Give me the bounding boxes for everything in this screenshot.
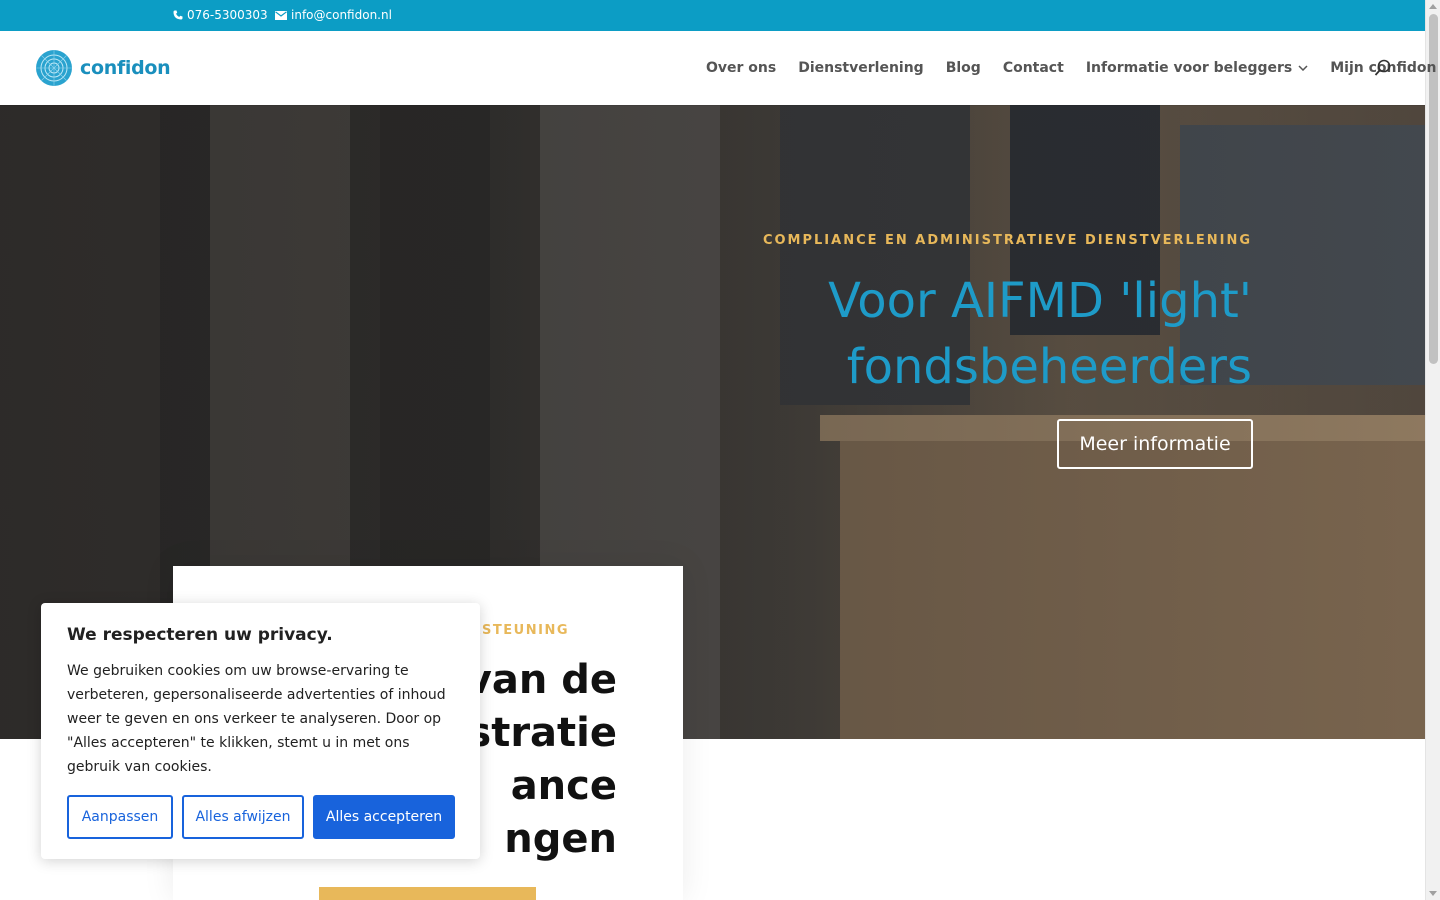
email-address: info@confidon.nl xyxy=(291,8,392,22)
email-link[interactable]: info@confidon.nl xyxy=(275,8,392,22)
nav-item-blog[interactable]: Blog xyxy=(946,60,981,76)
search-icon xyxy=(1374,59,1391,76)
hero-eyebrow: COMPLIANCE EN ADMINISTRATIEVE DIENSTVERL… xyxy=(762,233,1252,248)
site-header: confidon Over ons Dienstverlening Blog C… xyxy=(0,31,1436,105)
nav-item-contact[interactable]: Contact xyxy=(1003,60,1064,76)
phone-link[interactable]: 076-5300303 xyxy=(173,8,268,22)
nav-item-dienstverlening[interactable]: Dienstverlening xyxy=(798,60,923,76)
cookie-text: We gebruiken cookies om uw browse-ervari… xyxy=(67,663,446,775)
hero-title: Voor AIFMD 'light' fondsbeheerders xyxy=(772,268,1252,400)
hero-title-line: Voor AIFMD 'light' xyxy=(828,273,1252,329)
main-nav: Over ons Dienstverlening Blog Contact In… xyxy=(706,60,1436,76)
phone-number: 076-5300303 xyxy=(187,8,268,22)
logo-text: confidon xyxy=(80,57,171,79)
logo-icon xyxy=(36,50,72,86)
cookie-consent-dialog: We respecteren uw privacy. We gebruiken … xyxy=(41,603,480,859)
scroll-up-icon[interactable] xyxy=(1429,4,1437,9)
logo[interactable]: confidon xyxy=(34,48,171,88)
cookie-title: We respecteren uw privacy. xyxy=(67,625,333,645)
chevron-down-icon xyxy=(1298,65,1308,71)
phone-icon xyxy=(173,10,183,20)
search-button[interactable] xyxy=(1374,59,1392,81)
nav-label: Over ons xyxy=(706,60,777,76)
nav-label: Informatie voor beleggers xyxy=(1085,60,1293,76)
more-info-button[interactable]: Meer informatie xyxy=(1057,419,1253,469)
top-bar: 076-5300303 info@confidon.nl xyxy=(0,0,1425,31)
nav-item-informatie-voor-beleggers[interactable]: Informatie voor beleggers xyxy=(1086,60,1308,76)
page-scrollbar[interactable] xyxy=(1425,0,1440,900)
nav-label: Dienstverlening xyxy=(798,60,924,76)
customize-button[interactable]: Aanpassen xyxy=(67,795,173,839)
accept-all-button[interactable]: Alles accepteren xyxy=(313,795,455,839)
hero-title-line: fondsbeheerders xyxy=(846,339,1252,395)
mail-icon xyxy=(275,10,287,20)
card-cta-button[interactable] xyxy=(319,887,536,900)
nav-item-over-ons[interactable]: Over ons xyxy=(706,60,776,76)
reject-all-button[interactable]: Alles afwijzen xyxy=(182,795,304,839)
nav-label: Contact xyxy=(1002,60,1064,76)
nav-label: Blog xyxy=(945,60,981,76)
cookie-buttons: Aanpassen Alles afwijzen Alles acceptere… xyxy=(67,795,455,839)
scroll-down-icon[interactable] xyxy=(1429,891,1437,896)
